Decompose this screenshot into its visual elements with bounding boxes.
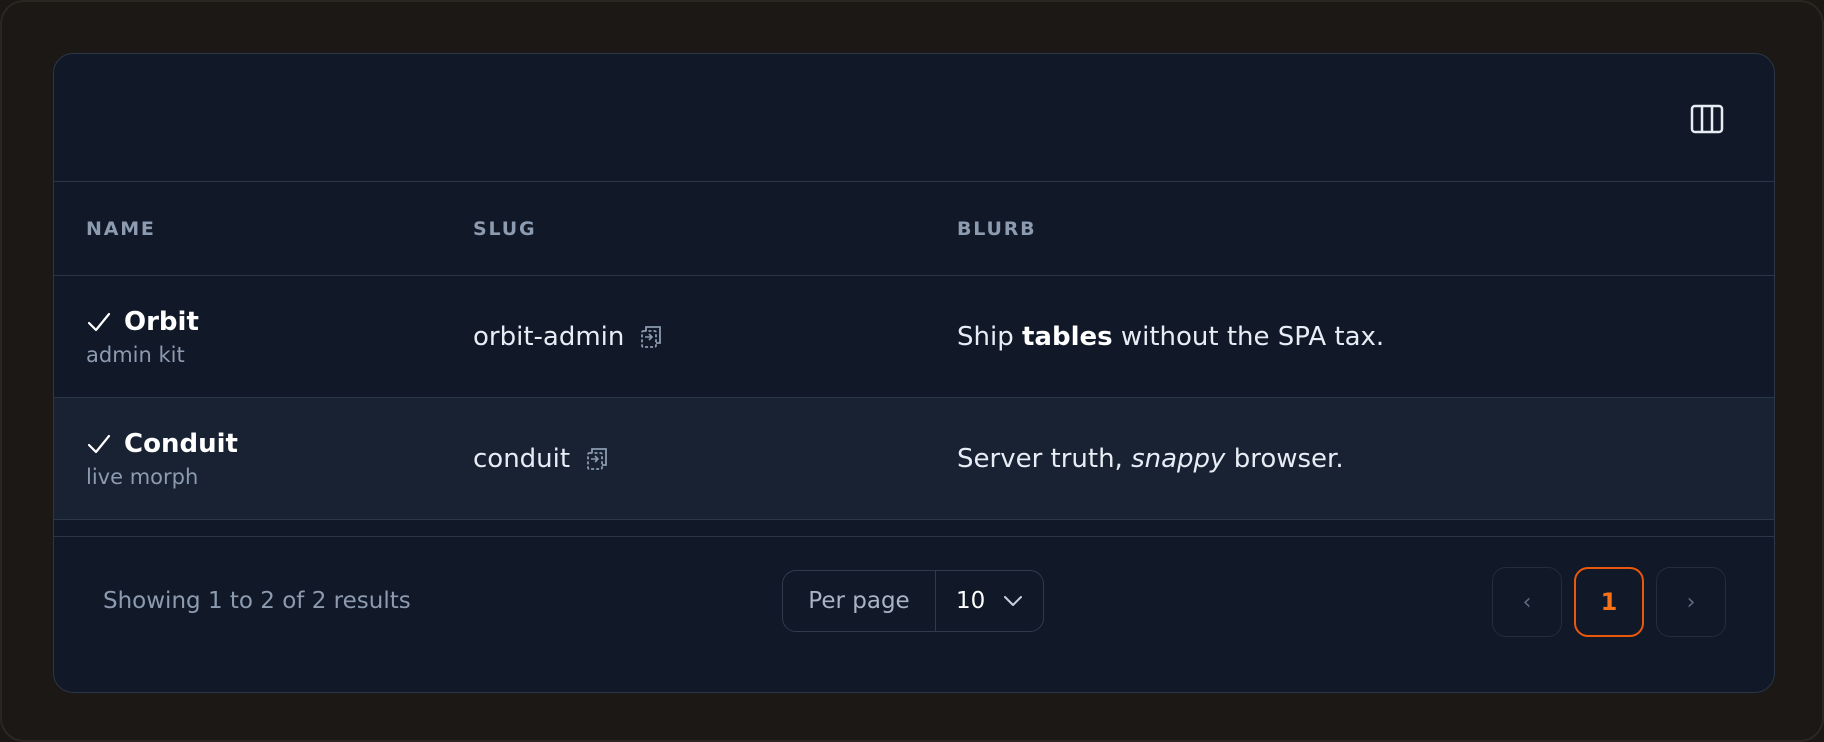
slug-cell: conduit <box>473 398 608 520</box>
row-subtitle: admin kit <box>86 343 185 367</box>
columns-toggle-button[interactable] <box>1690 104 1724 134</box>
previous-page-button[interactable]: ‹ <box>1492 567 1562 637</box>
name-cell: Conduit live morph <box>86 398 238 520</box>
next-page-button[interactable]: › <box>1656 567 1726 637</box>
column-header-name[interactable]: NAME <box>86 182 156 276</box>
row-name: Orbit <box>124 307 199 337</box>
check-icon <box>86 309 112 335</box>
blurb-text: Server truth, <box>957 444 1132 474</box>
blurb-text: without the SPA tax. <box>1112 322 1385 352</box>
blurb-cell: Ship tables without the SPA tax. <box>957 276 1384 398</box>
pagination: ‹ 1 › <box>1492 567 1726 637</box>
page-1-button[interactable]: 1 <box>1574 567 1644 637</box>
table-card: NAME SLUG BLURB Orbit admin kit orbit-ad… <box>53 53 1775 693</box>
per-page-value: 10 <box>956 588 986 614</box>
slug-cell: orbit-admin <box>473 276 662 398</box>
column-header-blurb[interactable]: BLURB <box>957 182 1036 276</box>
per-page-label: Per page <box>783 571 936 631</box>
blurb-emphasis: snappy <box>1131 444 1226 474</box>
check-icon <box>86 431 112 457</box>
row-slug: orbit-admin <box>473 322 625 352</box>
row-subtitle: live morph <box>86 465 199 489</box>
per-page-control: Per page 10 <box>782 570 1044 632</box>
table-row[interactable]: Conduit live morph conduit Server truth,… <box>54 398 1774 520</box>
row-name: Conduit <box>124 429 238 459</box>
table-header: NAME SLUG BLURB <box>54 182 1774 276</box>
name-cell: Orbit admin kit <box>86 276 199 398</box>
columns-icon <box>1690 104 1724 134</box>
blurb-text: browser. <box>1225 444 1344 474</box>
row-slug: conduit <box>473 444 571 474</box>
chevron-down-icon <box>1003 595 1023 607</box>
results-summary: Showing 1 to 2 of 2 results <box>103 588 411 614</box>
table-toolbar <box>54 54 1774 182</box>
copy-icon[interactable] <box>640 325 662 349</box>
table-row[interactable]: Orbit admin kit orbit-admin Ship tables … <box>54 276 1774 398</box>
blurb-cell: Server truth, snappy browser. <box>957 398 1344 520</box>
blurb-emphasis: tables <box>1021 322 1113 352</box>
app-frame: NAME SLUG BLURB Orbit admin kit orbit-ad… <box>0 0 1824 742</box>
per-page-select[interactable]: 10 <box>936 571 1043 631</box>
column-header-slug[interactable]: SLUG <box>473 182 536 276</box>
copy-icon[interactable] <box>586 447 608 471</box>
table-footer: Showing 1 to 2 of 2 results Per page 10 … <box>54 536 1774 692</box>
blurb-text: Ship <box>957 322 1022 352</box>
